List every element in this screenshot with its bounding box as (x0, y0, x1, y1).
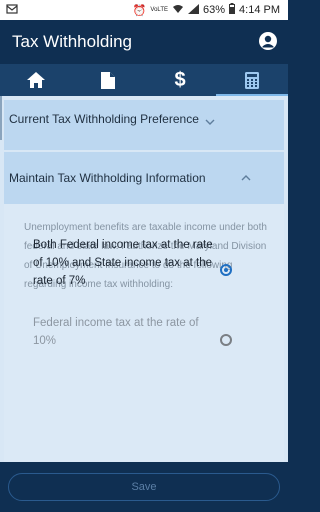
battery-percentage: 63% (203, 4, 226, 16)
signal-icon (188, 3, 199, 17)
home-icon (27, 72, 45, 88)
maintain-info-panel[interactable]: Maintain Tax Withholding Information (4, 152, 284, 204)
document-icon (101, 71, 115, 89)
page-title: Tax Withholding (12, 32, 133, 51)
footer: Save (0, 462, 288, 512)
current-preference-label: Current Tax Withholding Preference (9, 112, 199, 126)
account-icon[interactable] (258, 31, 278, 51)
tab-tax-withholding[interactable] (216, 64, 288, 96)
current-preference-panel[interactable]: Current Tax Withholding Preference (4, 100, 284, 150)
tab-bar: $ (0, 64, 288, 96)
battery-icon (229, 3, 236, 17)
alarm-icon: ⏰ (132, 4, 147, 17)
wifi-icon (172, 4, 184, 17)
tab-home[interactable] (0, 64, 72, 96)
radio-federal-only[interactable] (220, 334, 232, 346)
tab-payments[interactable]: $ (144, 64, 216, 96)
notification-icon (6, 3, 18, 18)
save-button[interactable]: Save (8, 473, 280, 501)
radio-federal-and-state[interactable] (220, 264, 232, 276)
chevron-up-icon (241, 175, 251, 181)
app-bar: Tax Withholding (0, 20, 288, 64)
chevron-down-icon (205, 119, 215, 125)
dollar-icon: $ (174, 68, 186, 91)
volte-indicator: VoLTE (150, 7, 168, 13)
option-federal-and-state[interactable]: Both Federal income tax at the rate of 1… (33, 236, 223, 290)
option-federal-only[interactable]: Federal income tax at the rate of 10% (33, 314, 223, 350)
clock: 4:14 PM (239, 4, 280, 16)
status-bar: ⏰ VoLTE 63% 4:14 PM (0, 0, 288, 20)
calculator-icon (245, 71, 259, 89)
scrollbar[interactable] (0, 96, 2, 140)
maintain-info-label: Maintain Tax Withholding Information (9, 171, 206, 185)
tab-documents[interactable] (72, 64, 144, 96)
